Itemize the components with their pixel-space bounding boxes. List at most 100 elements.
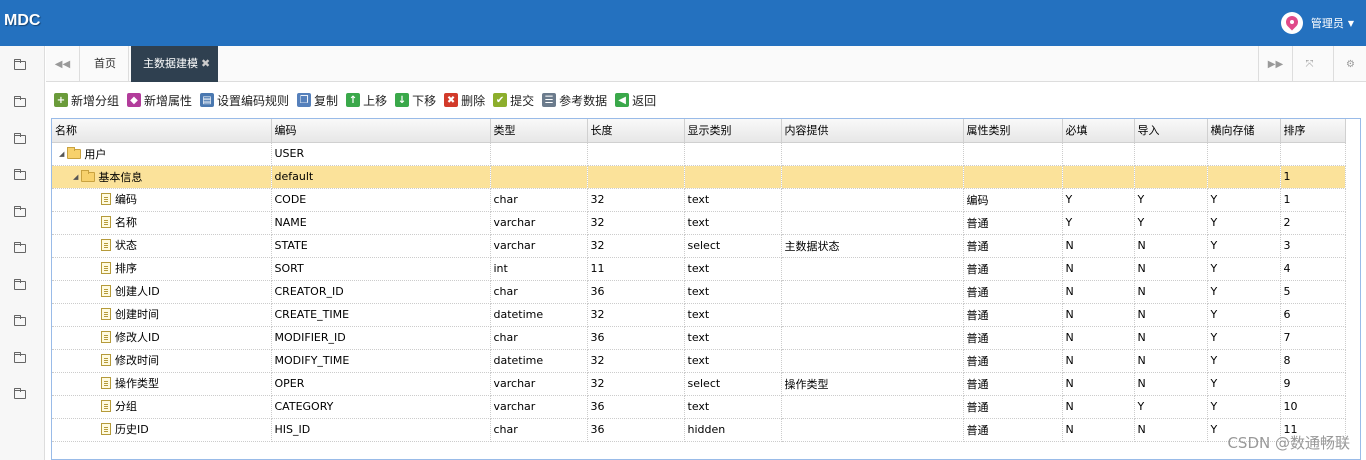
table-row[interactable]: 分组 CATEGORY varchar 36 text 普通 N Y Y 10 bbox=[52, 395, 1346, 419]
row-name: 修改人ID bbox=[115, 331, 160, 344]
cell-provider bbox=[781, 211, 964, 235]
cell-category: 普通 bbox=[963, 211, 1063, 235]
cell-name: 分组 bbox=[52, 395, 272, 419]
table-row[interactable]: 编码 CODE char 32 text 编码 Y Y Y 1 bbox=[52, 188, 1346, 212]
column-header[interactable]: 排序 bbox=[1280, 119, 1346, 143]
table-row[interactable]: ◢ 用户 USER bbox=[52, 142, 1346, 166]
cell-sort: 4 bbox=[1280, 257, 1346, 281]
table-row[interactable]: ◢ 基本信息 default 1 bbox=[52, 165, 1346, 189]
cell-provider bbox=[781, 188, 964, 212]
document-icon bbox=[101, 239, 111, 251]
cell-display: select bbox=[684, 234, 782, 258]
column-header[interactable]: 内容提供 bbox=[781, 119, 964, 143]
toolbar-button-label: 上移 bbox=[363, 93, 388, 108]
app-logo[interactable]: MDC bbox=[4, 12, 40, 30]
sidebar-folder-icon[interactable] bbox=[13, 351, 30, 365]
sidebar-folder-icon[interactable] bbox=[13, 132, 30, 146]
table-row[interactable]: 状态 STATE varchar 32 select 主数据状态 普通 N N Y 3 bbox=[52, 234, 1346, 258]
sidebar-folder-icon[interactable] bbox=[13, 241, 30, 255]
cell-length bbox=[587, 165, 685, 189]
toolbar-button[interactable]: ☰ 参考数据 bbox=[542, 92, 607, 109]
cell-name: 状态 bbox=[52, 234, 272, 258]
table-row[interactable]: 名称 NAME varchar 32 text 普通 Y Y Y 2 bbox=[52, 211, 1346, 235]
cell-provider: 操作类型 bbox=[781, 372, 964, 396]
sidebar-folder-icon[interactable] bbox=[13, 387, 30, 401]
table-row[interactable]: 创建人ID CREATOR_ID char 36 text 普通 N N Y 5 bbox=[52, 280, 1346, 304]
table-row[interactable]: 修改时间 MODIFY_TIME datetime 32 text 普通 N N Y 8 bbox=[52, 349, 1346, 373]
row-name: 分组 bbox=[115, 400, 137, 413]
column-header[interactable]: 属性类别 bbox=[963, 119, 1063, 143]
sidebar-folder-icon[interactable] bbox=[13, 95, 30, 109]
column-header[interactable]: 横向存储 bbox=[1207, 119, 1281, 143]
cell-import: N bbox=[1134, 280, 1208, 304]
column-header[interactable]: 名称 bbox=[52, 119, 272, 143]
cell-category: 编码 bbox=[963, 188, 1063, 212]
toolbar-button[interactable]: + 新增分组 bbox=[54, 92, 119, 109]
column-header[interactable]: 必填 bbox=[1062, 119, 1135, 143]
tab-master-data-modeling[interactable]: 主数据建模 ✖ bbox=[131, 46, 219, 82]
table-row[interactable]: 历史ID HIS_ID char 36 hidden 普通 N N Y 11 bbox=[52, 418, 1346, 442]
sidebar-folder-icon[interactable] bbox=[13, 168, 30, 182]
toolbar-button[interactable]: ↓ 下移 bbox=[395, 92, 436, 109]
toolbar-button[interactable]: ◆ 新增属性 bbox=[127, 92, 192, 109]
cell-sort: 3 bbox=[1280, 234, 1346, 258]
cell-horizontal: Y bbox=[1207, 188, 1281, 212]
user-avatar-icon[interactable] bbox=[1280, 12, 1303, 34]
cell-display: text bbox=[684, 280, 782, 304]
row-name: 历史ID bbox=[115, 423, 149, 436]
cell-type: int bbox=[490, 257, 588, 281]
cell-horizontal: Y bbox=[1207, 257, 1281, 281]
cell-sort: 7 bbox=[1280, 326, 1346, 350]
cell-code: CREATE_TIME bbox=[271, 303, 491, 327]
cell-provider bbox=[781, 349, 964, 373]
chevron-down-icon[interactable]: ▼ bbox=[1348, 19, 1354, 28]
cell-category: 普通 bbox=[963, 234, 1063, 258]
cell-required: N bbox=[1062, 303, 1135, 327]
cell-display: text bbox=[684, 395, 782, 419]
cell-sort: 1 bbox=[1280, 165, 1346, 189]
column-header[interactable]: 长度 bbox=[587, 119, 685, 143]
column-header[interactable]: 类型 bbox=[490, 119, 588, 143]
toolbar-button[interactable]: ✔ 提交 bbox=[493, 92, 534, 109]
cell-name: ◢ 基本信息 bbox=[52, 165, 272, 189]
expand-toggle-icon[interactable]: ◢ bbox=[59, 150, 64, 158]
close-icon[interactable]: ✖ bbox=[201, 57, 210, 70]
table-row[interactable]: 排序 SORT int 11 text 普通 N N Y 4 bbox=[52, 257, 1346, 281]
cell-category: 普通 bbox=[963, 303, 1063, 327]
user-menu[interactable]: 管理员 ▼ bbox=[1280, 12, 1354, 34]
cell-horizontal: Y bbox=[1207, 280, 1281, 304]
scroll-tabs-left-icon[interactable]: ◀◀ bbox=[46, 46, 80, 82]
table-row[interactable]: 操作类型 OPER varchar 32 select 操作类型 普通 N N Y 9 bbox=[52, 372, 1346, 396]
toolbar-button[interactable]: ❐ 复制 bbox=[297, 92, 338, 109]
document-icon bbox=[101, 400, 111, 412]
cell-sort bbox=[1280, 142, 1346, 166]
sidebar-folder-icon[interactable] bbox=[13, 314, 30, 328]
toolbar-button[interactable]: ↑ 上移 bbox=[346, 92, 387, 109]
arrow-up-icon: ↑ bbox=[346, 93, 361, 107]
sidebar-folder-icon[interactable] bbox=[13, 205, 30, 219]
column-header[interactable]: 编码 bbox=[271, 119, 491, 143]
gear-icon[interactable]: ⚙ bbox=[1333, 46, 1366, 82]
cell-code: CREATOR_ID bbox=[271, 280, 491, 304]
cell-category: 普通 bbox=[963, 280, 1063, 304]
toolbar-button[interactable]: ✖ 删除 bbox=[444, 92, 485, 109]
table-header: 名称 编码 类型 长度 显示类别 内容提供 属性类别 必填 导入 横向存储 排序 bbox=[52, 119, 1346, 143]
fullscreen-icon[interactable]: ⤧ bbox=[1292, 46, 1326, 82]
cell-length: 32 bbox=[587, 211, 685, 235]
column-header[interactable]: 导入 bbox=[1134, 119, 1208, 143]
table-row[interactable]: 修改人ID MODIFIER_ID char 36 text 普通 N N Y 7 bbox=[52, 326, 1346, 350]
toolbar-button[interactable]: ◀ 返回 bbox=[615, 92, 656, 109]
copy-icon: ❐ bbox=[297, 93, 312, 107]
scroll-tabs-right-icon[interactable]: ▶▶ bbox=[1258, 46, 1292, 82]
cell-sort: 6 bbox=[1280, 303, 1346, 327]
cell-name: 修改时间 bbox=[52, 349, 272, 373]
document-icon bbox=[101, 354, 111, 366]
table-row[interactable]: 创建时间 CREATE_TIME datetime 32 text 普通 N N Y 6 bbox=[52, 303, 1346, 327]
sidebar-folder-icon[interactable] bbox=[13, 278, 30, 292]
expand-toggle-icon[interactable]: ◢ bbox=[73, 173, 78, 181]
column-header[interactable]: 显示类别 bbox=[684, 119, 782, 143]
tab-home[interactable]: 首页 bbox=[82, 46, 129, 82]
sidebar-folder-icon[interactable] bbox=[13, 58, 30, 72]
toolbar-button[interactable]: ▤ 设置编码规则 bbox=[200, 92, 289, 109]
user-name[interactable]: 管理员 bbox=[1311, 15, 1344, 31]
